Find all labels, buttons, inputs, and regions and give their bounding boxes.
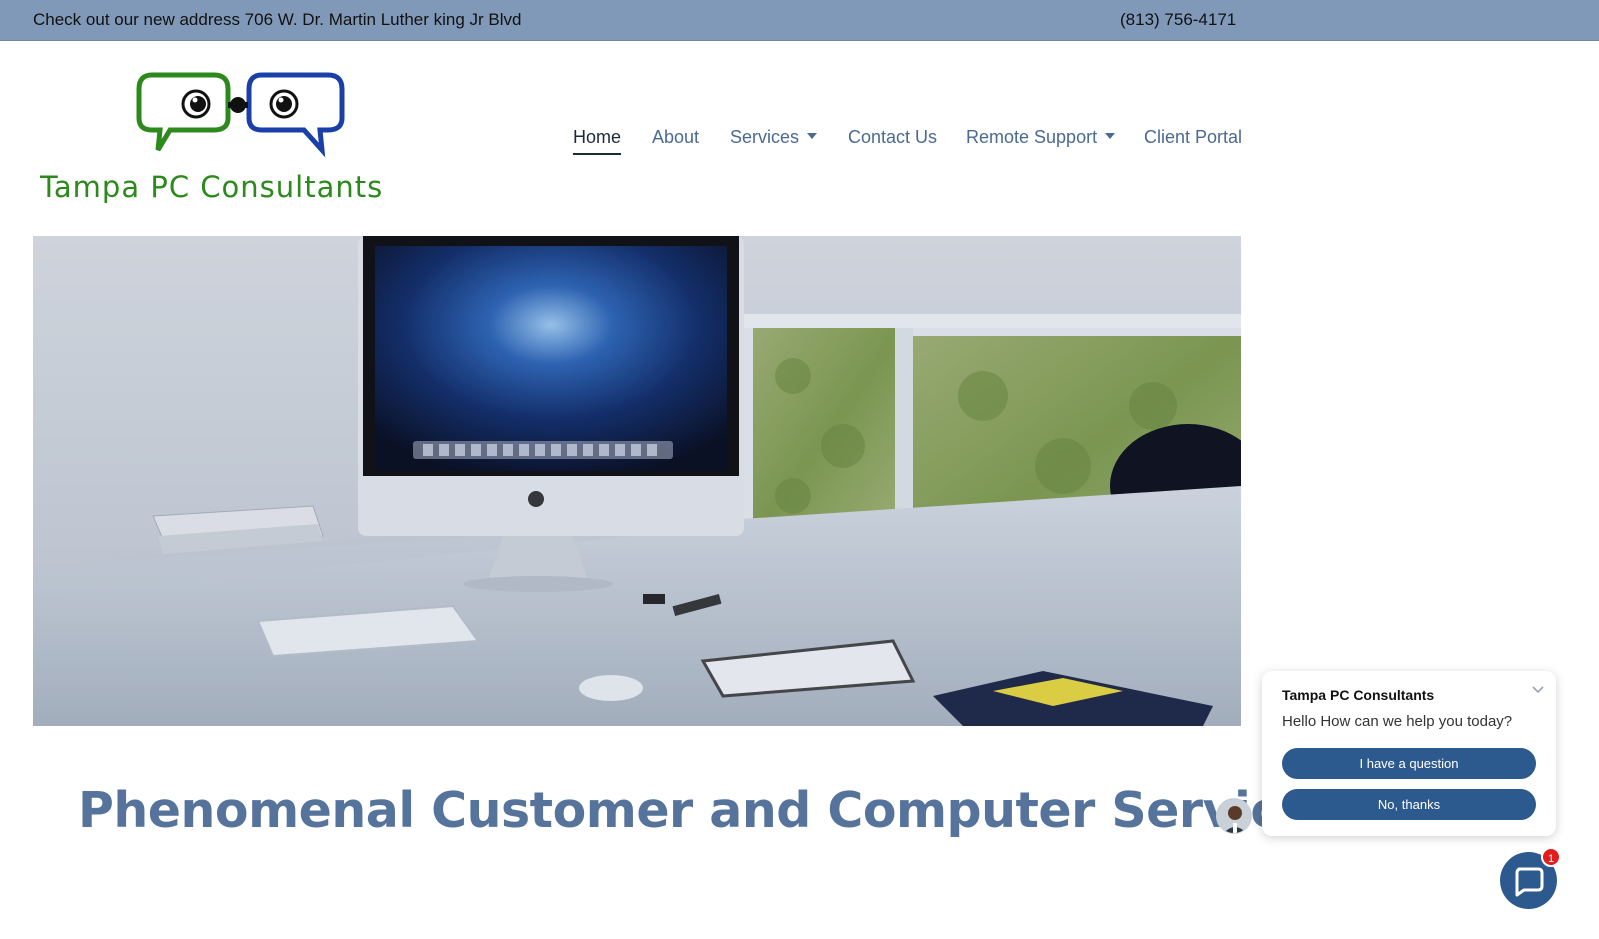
nav-item-label: Remote Support [966,127,1098,147]
nav-item-label: Contact Us [848,127,938,147]
speech-bubbles-icon [136,72,345,158]
nav-item-label: Services [730,127,800,147]
nav-item-label: Client Portal [1144,127,1243,147]
nav-item-contact-us[interactable]: Contact Us [848,127,937,148]
nav-item-client-portal[interactable]: Client Portal [1144,127,1242,148]
site-logo[interactable]: Tampa PC Consultants [38,72,458,207]
caret-down-icon [1105,133,1116,140]
no-thanks-button[interactable]: No, thanks [1282,789,1536,820]
desk-workspace-photo [33,236,1241,726]
page-headline: Phenomenal Customer and Computer Service [78,782,1312,839]
nav-item-remote-support[interactable]: Remote Support [966,127,1116,148]
chat-prompt-card: Tampa PC Consultants Hello How can we he… [1262,671,1556,836]
logo-wordmark: Tampa PC Consultants [40,170,384,204]
chat-company-name: Tampa PC Consultants [1282,687,1435,703]
announcement-bar: Check out our new address 706 W. Dr. Mar… [0,0,1599,41]
have-question-button[interactable]: I have a question [1282,748,1536,779]
nav-item-home[interactable]: Home [573,127,622,155]
nav-item-label: About [652,127,700,147]
nav-item-about[interactable]: About [652,127,699,148]
nav-item-services[interactable]: Services [730,127,818,148]
notification-badge: 1 [1541,847,1561,867]
agent-avatar [1216,798,1252,834]
chevron-down-icon[interactable] [1530,681,1546,697]
hero-image [33,236,1241,726]
active-underline [573,153,622,155]
caret-down-icon [807,133,818,140]
address-announcement: Check out our new address 706 W. Dr. Mar… [33,10,522,29]
nav-item-label: Home [573,127,622,147]
chat-greeting: Hello How can we help you today? [1282,713,1513,730]
phone-link[interactable]: (813) 756-4171 [1120,10,1236,30]
